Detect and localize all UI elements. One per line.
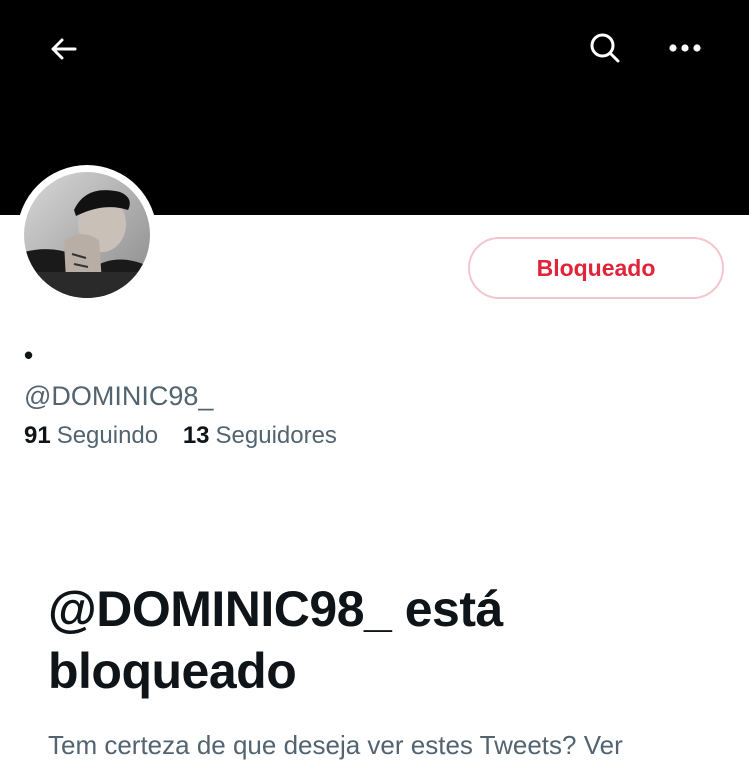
following-link[interactable]: 91 Seguindo: [24, 420, 158, 452]
followers-link[interactable]: 13 Seguidores: [183, 420, 337, 452]
search-icon: [590, 33, 620, 63]
search-button[interactable]: [581, 24, 629, 72]
more-options-button[interactable]: [661, 24, 709, 72]
followers-count: 13: [182, 422, 210, 449]
more-horizontal-icon: [669, 44, 701, 52]
blocked-notice-subtitle: Tem certeza de que deseja ver estes Twee…: [48, 730, 623, 760]
arrow-left-icon: [51, 38, 77, 60]
avatar-photo: [24, 172, 150, 298]
profile-handle: @DOMINIC98_: [24, 381, 214, 411]
blocked-notice-title: @DOMINIC98_ está bloqueado: [48, 581, 503, 699]
followers-label: Seguidores: [215, 422, 337, 449]
blocked-button[interactable]: Bloqueado: [468, 237, 724, 299]
following-label: Seguindo: [56, 422, 159, 449]
follow-stats: 91 Seguindo 13 Seguidores: [24, 420, 337, 452]
following-count: 91: [24, 422, 51, 449]
display-name: •: [24, 340, 34, 370]
back-button[interactable]: [40, 25, 88, 73]
blocked-button-label: Bloqueado: [536, 254, 656, 281]
avatar[interactable]: [24, 172, 150, 298]
